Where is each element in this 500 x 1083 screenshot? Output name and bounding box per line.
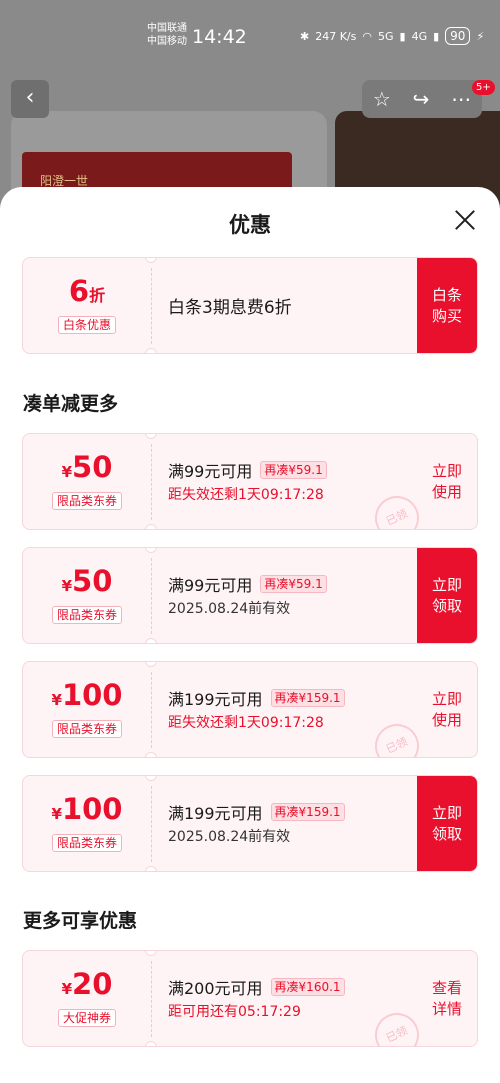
charging-icon: ⚡: [476, 29, 485, 43]
coupon-info: 满200元可用 再凑¥160.1 距可用还有05:17:29: [168, 951, 345, 1046]
status-bar: 中国联通 中国移动 14:42 ✱ 247 K/s ◠ 5G ▮ 4G ▮ 90…: [0, 0, 500, 76]
net-speed: 247 K/s: [315, 29, 357, 43]
coupon-value: 6折 白条优惠: [23, 258, 151, 353]
use-coupon-button[interactable]: 立即 使用: [417, 434, 477, 529]
carrier-2: 中国移动: [147, 36, 187, 47]
coupon-tag: 限品类东券: [51, 606, 122, 624]
message-badge: 5+: [472, 80, 495, 95]
claim-coupon-button[interactable]: 立即 领取: [417, 548, 477, 643]
coupon-info: 满99元可用 再凑¥59.1 2025.08.24前有效: [168, 548, 327, 643]
bundle-hint: 再凑¥159.1: [270, 689, 345, 707]
bundle-hint: 再凑¥59.1: [260, 461, 327, 479]
coupon-value: ¥50 限品类东券: [23, 548, 151, 643]
signal-icon: ▮: [399, 29, 406, 43]
coupon-value: ¥20 大促神券: [23, 951, 151, 1046]
more-icon[interactable]: ⋯: [451, 87, 471, 111]
star-icon[interactable]: ☆: [373, 87, 391, 111]
coupon-card: ¥20 大促神券 满200元可用 再凑¥160.1 距可用还有05:17:29 已…: [22, 950, 478, 1047]
coupon-card: ¥50 限品类东券 满99元可用 再凑¥59.1 2025.08.24前有效 立即…: [22, 547, 478, 644]
coupon-amount: 100: [61, 792, 123, 826]
signal-icon-2: ▮: [433, 29, 440, 43]
coupon-expiry: 距失效还剩1天09:17:28: [168, 487, 324, 503]
coupon-amount: 20: [72, 967, 113, 1001]
battery-indicator: 90: [445, 27, 471, 45]
coupon-description: 白条3期息费6折: [168, 298, 292, 318]
wifi-icon: ◠: [362, 29, 372, 43]
coupon-value: ¥100 限品类东券: [51, 678, 123, 738]
view-details-button[interactable]: 查看 详情: [417, 951, 477, 1046]
coupon-card: ¥50 限品类东券 满99元可用 再凑¥59.1 距失效还剩1天09:17:28 …: [22, 433, 478, 530]
close-icon[interactable]: [450, 205, 480, 235]
network-5g: 5G: [377, 29, 394, 43]
claim-coupon-button[interactable]: 立即 领取: [417, 776, 477, 871]
coupon-info: 满199元可用 再凑¥159.1 2025.08.24前有效: [168, 776, 345, 871]
coupon-countdown: 距可用还有05:17:29: [168, 1004, 301, 1020]
baitiao-coupon: 6折 白条优惠 白条3期息费6折 白条 购买: [22, 257, 478, 354]
coupon-tag: 大促神券: [57, 1009, 116, 1027]
coupon-condition: 满99元可用: [168, 462, 253, 481]
coupon-info: 白条3期息费6折: [168, 258, 292, 353]
coupon-card: ¥100 限品类东券 满199元可用 再凑¥159.1 2025.08.24前有效…: [22, 775, 478, 872]
coupon-condition: 满199元可用: [168, 690, 263, 709]
network-4g: 4G: [411, 29, 428, 43]
bluetooth-icon: ✱: [300, 29, 310, 43]
coupon-amount: 100: [61, 678, 123, 712]
section-title-more: 更多可享优惠: [23, 910, 138, 932]
clock: 14:42: [192, 26, 247, 48]
coupon-condition: 满199元可用: [168, 804, 263, 823]
coupon-value: ¥50 限品类东券: [23, 434, 151, 529]
section-title-bundle: 凑单减更多: [23, 393, 119, 415]
bundle-hint: 再凑¥160.1: [270, 978, 345, 996]
coupon-condition: 满99元可用: [168, 576, 253, 595]
baitiao-buy-button[interactable]: 白条 购买: [417, 258, 477, 353]
bundle-hint: 再凑¥59.1: [260, 575, 327, 593]
coupon-tag: 限品类东券: [51, 834, 122, 852]
coupon-expiry: 距失效还剩1天09:17:28: [168, 715, 324, 731]
use-coupon-button[interactable]: 立即 使用: [417, 662, 477, 757]
share-icon[interactable]: ↪: [413, 87, 430, 111]
carrier-info: 中国联通 中国移动: [147, 22, 187, 48]
sheet-title: 优惠: [229, 213, 271, 237]
discount-unit: 折: [89, 286, 106, 305]
coupon-amount: 50: [72, 564, 113, 598]
status-icons: ✱ 247 K/s ◠ 5G ▮ 4G ▮ 90 ⚡: [300, 27, 484, 45]
coupon-tag: 白条优惠: [57, 316, 116, 334]
coupon-card: ¥100 限品类东券 满199元可用 再凑¥159.1 距失效还剩1天09:17:…: [22, 661, 478, 758]
coupon-info: 满99元可用 再凑¥59.1 距失效还剩1天09:17:28: [168, 434, 327, 529]
coupon-sheet: 优惠 6折 白条优惠 白条3期息费6折 白条 购买 凑单减更多 ¥50 限品类东…: [0, 187, 500, 1083]
coupon-amount: 50: [72, 450, 113, 484]
coupon-info: 满199元可用 再凑¥159.1 距失效还剩1天09:17:28: [168, 662, 345, 757]
header-actions: ☆ ↪ ⋯: [362, 80, 482, 118]
coupon-tag: 限品类东券: [51, 720, 122, 738]
coupon-validity: 2025.08.24前有效: [168, 829, 291, 845]
carrier-1: 中国联通: [147, 23, 187, 34]
coupon-condition: 满200元可用: [168, 979, 263, 998]
back-button[interactable]: ‹: [11, 80, 49, 118]
discount-amount: 6: [68, 274, 90, 308]
coupon-validity: 2025.08.24前有效: [168, 601, 291, 617]
bundle-hint: 再凑¥159.1: [270, 803, 345, 821]
coupon-value: ¥100 限品类东券: [51, 792, 123, 852]
coupon-tag: 限品类东券: [51, 492, 122, 510]
